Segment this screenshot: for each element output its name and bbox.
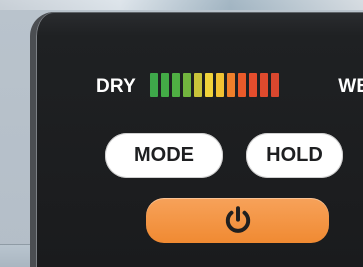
moisture-level-bars xyxy=(150,73,327,97)
mode-button-label: MODE xyxy=(134,144,194,166)
hold-button-label: HOLD xyxy=(266,144,323,166)
mode-button[interactable]: MODE xyxy=(105,133,223,178)
wet-label: WET xyxy=(338,76,363,97)
power-button[interactable] xyxy=(146,198,329,243)
power-icon xyxy=(225,205,250,233)
background-top-strip xyxy=(0,0,363,10)
moisture-level-segment xyxy=(238,73,246,97)
moisture-level-segment xyxy=(205,73,213,97)
dry-label: DRY xyxy=(96,76,137,97)
moisture-scale: DRY WET xyxy=(96,73,363,101)
moisture-level-segment xyxy=(194,73,202,97)
moisture-level-segment xyxy=(260,73,268,97)
moisture-level-segment xyxy=(227,73,235,97)
moisture-level-segment xyxy=(150,73,158,97)
moisture-level-segment xyxy=(216,73,224,97)
moisture-level-segment xyxy=(161,73,169,97)
moisture-level-segment xyxy=(249,73,257,97)
moisture-level-segment xyxy=(172,73,180,97)
moisture-level-segment xyxy=(271,73,279,97)
moisture-meter-device: DRY WET MODE HOLD xyxy=(30,12,363,267)
moisture-level-segment xyxy=(183,73,191,97)
hold-button[interactable]: HOLD xyxy=(246,133,343,178)
control-buttons: MODE HOLD xyxy=(105,133,343,179)
